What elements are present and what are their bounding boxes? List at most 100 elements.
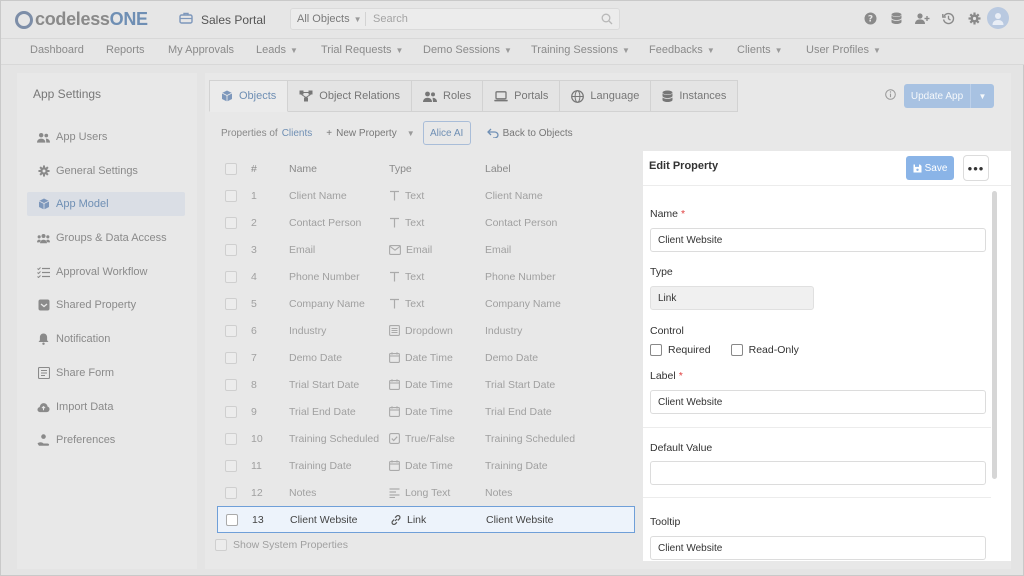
- logo[interactable]: codeless ONE: [15, 9, 148, 30]
- bell-icon: [37, 333, 50, 346]
- nav-item-reports[interactable]: Reports: [106, 44, 145, 56]
- table-row[interactable]: 1 Client Name Text Client Name: [215, 182, 635, 209]
- sidebar-item-general-settings[interactable]: General Settings: [27, 159, 185, 183]
- table-row[interactable]: 7 Demo Date Date Time Demo Date: [215, 344, 635, 371]
- row-name: Email: [289, 243, 316, 256]
- row-checkbox[interactable]: [225, 216, 237, 229]
- show-system-checkbox[interactable]: [215, 539, 227, 551]
- row-num: 12: [251, 486, 263, 499]
- row-checkbox[interactable]: [225, 270, 237, 283]
- table-row[interactable]: 8 Trial Start Date Date Time Trial Start…: [215, 371, 635, 398]
- app-name[interactable]: Sales Portal: [201, 13, 266, 27]
- select-all-checkbox[interactable]: [225, 162, 237, 175]
- sidebar-item-import-data[interactable]: Import Data: [27, 395, 185, 419]
- column-header-label[interactable]: Label: [485, 163, 511, 175]
- sidebar-item-shared-property[interactable]: Shared Property: [27, 293, 185, 317]
- row-checkbox[interactable]: [225, 378, 237, 391]
- database-icon[interactable]: [889, 11, 904, 26]
- sidebar-item-label: Notification: [56, 333, 111, 345]
- nav-item-feedbacks[interactable]: Feedbacks ▼: [649, 44, 715, 56]
- tab-roles[interactable]: Roles: [412, 80, 484, 112]
- table-row[interactable]: 11 Training Date Date Time Training Date: [215, 452, 635, 479]
- table-row[interactable]: 9 Trial End Date Date Time Trial End Dat…: [215, 398, 635, 425]
- nav-item-dashboard[interactable]: Dashboard: [30, 44, 84, 56]
- row-name: Trial Start Date: [289, 378, 360, 391]
- table-row[interactable]: 2 Contact Person Text Contact Person: [215, 209, 635, 236]
- row-checkbox[interactable]: [225, 486, 237, 499]
- show-system-properties[interactable]: Show System Properties: [215, 539, 348, 551]
- tab-portals[interactable]: Portals: [483, 80, 561, 112]
- nav-item-training-sessions[interactable]: Training Sessions ▼: [531, 44, 630, 56]
- tab-language[interactable]: Language: [560, 80, 652, 112]
- table-row[interactable]: 3 Email Email Email: [215, 236, 635, 263]
- save-button[interactable]: Save: [906, 156, 954, 180]
- sidebar-item-app-users[interactable]: App Users: [27, 125, 185, 149]
- table-row[interactable]: 4 Phone Number Text Phone Number: [215, 263, 635, 290]
- table-row[interactable]: 10 Training Scheduled True/False Trainin…: [215, 425, 635, 452]
- chevron-down-icon[interactable]: ▼: [971, 92, 994, 101]
- object-select[interactable]: All Objects ▼: [297, 13, 362, 25]
- search-input[interactable]: Search: [373, 13, 408, 25]
- gear-icon[interactable]: [967, 11, 982, 26]
- nav-item-trial-requests[interactable]: Trial Requests ▼: [321, 44, 403, 56]
- history-icon[interactable]: [941, 11, 956, 26]
- tooltip-input[interactable]: Client Website: [650, 536, 986, 560]
- table-row[interactable]: 6 Industry Dropdown Industry: [215, 317, 635, 344]
- scrollbar[interactable]: [992, 191, 997, 479]
- row-checkbox[interactable]: [225, 351, 237, 364]
- sidebar-item-groups-data-access[interactable]: Groups & Data Access: [27, 226, 185, 250]
- sidebar-item-app-model[interactable]: App Model: [27, 192, 185, 216]
- tab-object-relations[interactable]: Object Relations: [288, 80, 413, 112]
- sidebar-item-preferences[interactable]: Preferences: [27, 428, 185, 452]
- row-checkbox[interactable]: [225, 243, 237, 256]
- nav-item-demo-sessions[interactable]: Demo Sessions ▼: [423, 44, 512, 56]
- default-value-input[interactable]: [650, 461, 986, 485]
- nav-item-leads[interactable]: Leads ▼: [256, 44, 298, 56]
- table-row[interactable]: 12 Notes Long Text Notes: [215, 479, 635, 506]
- row-checkbox[interactable]: [225, 189, 237, 202]
- back-to-objects-button[interactable]: Back to Objects: [486, 128, 573, 139]
- row-checkbox[interactable]: [225, 459, 237, 472]
- nav-item-my-approvals[interactable]: My Approvals: [168, 44, 234, 56]
- avatar[interactable]: [987, 7, 1009, 29]
- required-checkbox[interactable]: [650, 344, 662, 356]
- search-icon[interactable]: [601, 13, 613, 25]
- sidebar-item-approval-workflow[interactable]: Approval Workflow: [27, 260, 185, 284]
- row-checkbox[interactable]: [225, 324, 237, 337]
- table-row-selected[interactable]: 13 Client Website Link Client Website: [217, 506, 635, 533]
- row-name: Notes: [289, 486, 317, 499]
- name-input[interactable]: Client Website: [650, 228, 986, 252]
- more-options-button[interactable]: •••: [963, 155, 989, 181]
- alice-ai-button[interactable]: Alice AI: [422, 121, 471, 145]
- label-input[interactable]: Client Website: [650, 390, 986, 414]
- user-hand-icon: [37, 434, 50, 447]
- info-icon[interactable]: [885, 89, 896, 100]
- column-header-name[interactable]: Name: [289, 163, 317, 175]
- calendar-icon: [389, 379, 400, 390]
- nav-item-clients[interactable]: Clients ▼: [737, 44, 783, 56]
- table-row[interactable]: 5 Company Name Text Company Name: [215, 290, 635, 317]
- tab-instances[interactable]: Instances: [651, 80, 739, 112]
- row-type-label: Email: [406, 243, 433, 256]
- sidebar-item-share-form[interactable]: Share Form: [27, 361, 185, 385]
- text-icon: [390, 271, 399, 282]
- nav-item-label: Reports: [106, 44, 145, 56]
- update-app-button[interactable]: Update App ▼: [904, 84, 994, 108]
- row-type-label: Date Time: [405, 351, 453, 364]
- row-checkbox[interactable]: [225, 297, 237, 310]
- text-icon: [390, 298, 399, 309]
- row-name: Company Name: [289, 297, 365, 310]
- top-icons: ?: [863, 11, 982, 26]
- sidebar-item-notification[interactable]: Notification: [27, 327, 185, 351]
- help-icon[interactable]: ?: [863, 11, 878, 26]
- object-name-link[interactable]: Clients: [282, 128, 313, 139]
- row-checkbox[interactable]: [225, 405, 237, 418]
- column-header-type[interactable]: Type: [389, 163, 412, 175]
- row-checkbox[interactable]: [226, 513, 238, 526]
- add-user-icon[interactable]: [915, 11, 930, 26]
- read-only-checkbox[interactable]: [730, 344, 743, 356]
- new-property-button[interactable]: + New Property ▼: [326, 128, 414, 139]
- nav-item-user-profiles[interactable]: User Profiles ▼: [806, 44, 881, 56]
- tab-objects[interactable]: Objects: [209, 80, 289, 112]
- row-checkbox[interactable]: [225, 432, 237, 445]
